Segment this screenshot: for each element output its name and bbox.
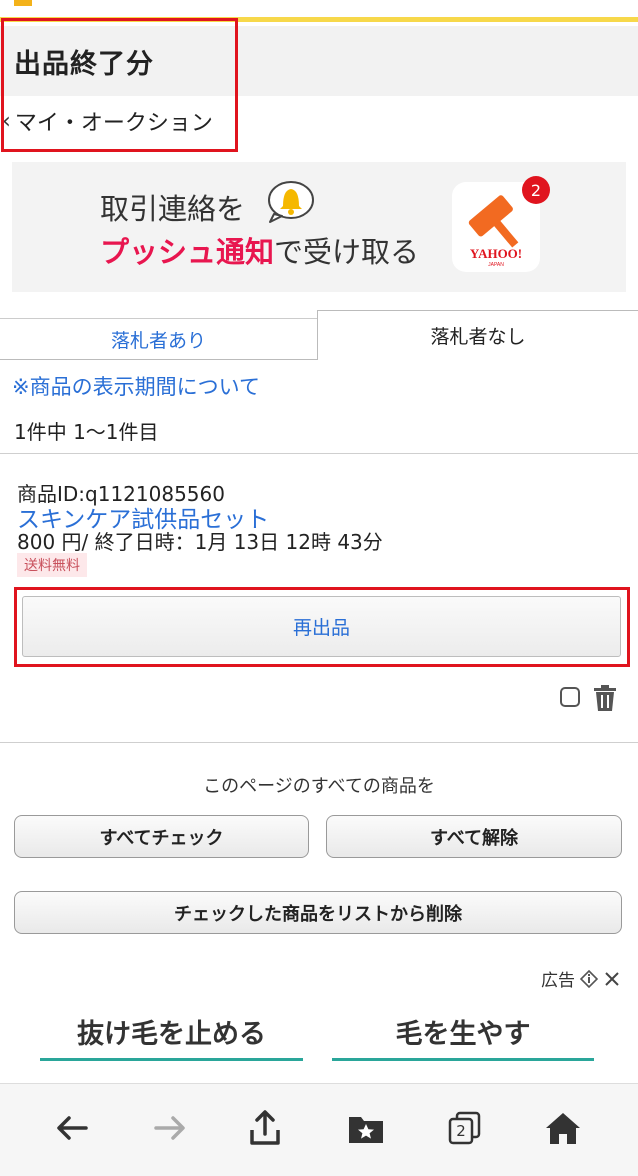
- app-brand-text: YAHOO!: [470, 246, 522, 261]
- free-shipping-badge: 送料無料: [17, 553, 87, 577]
- ad-info-icon[interactable]: [579, 969, 599, 989]
- banner-highlight-text: プッシュ通知: [100, 235, 275, 269]
- check-all-button[interactable]: すべてチェック: [14, 815, 309, 858]
- tab-without-winner[interactable]: 落札者なし: [317, 310, 638, 360]
- banner-line-1: 取引連絡を: [100, 192, 246, 226]
- divider: [0, 742, 638, 743]
- relist-button[interactable]: 再出品: [22, 596, 621, 657]
- tabs-count: 2: [456, 1122, 466, 1140]
- display-period-link[interactable]: ※商品の表示期間について: [12, 371, 260, 401]
- banner-line-2: プッシュ通知で受け取る: [100, 229, 419, 271]
- ad-tab-hair-growth[interactable]: 毛を生やす: [332, 1005, 594, 1061]
- bell-icon: [268, 181, 314, 223]
- tab-with-winner[interactable]: 落札者あり: [0, 318, 317, 360]
- ad-label-text: 広告: [541, 971, 575, 991]
- delete-checked-button[interactable]: チェックした商品をリストから削除: [14, 891, 622, 934]
- brand-logo-fragment: [14, 0, 32, 6]
- share-icon[interactable]: [245, 1108, 285, 1148]
- trash-icon[interactable]: [592, 684, 618, 712]
- app-brand-sub: JAPAN: [488, 262, 504, 268]
- item-price-end-time: 800 円/ 終了日時：1月 13日 12時 43分: [17, 530, 383, 554]
- uncheck-all-button[interactable]: すべて解除: [326, 815, 622, 858]
- notification-badge: 2: [522, 176, 550, 204]
- bookmarks-folder-icon[interactable]: [346, 1108, 386, 1148]
- back-arrow-icon[interactable]: [52, 1108, 92, 1148]
- forward-arrow-icon[interactable]: [150, 1108, 190, 1148]
- ad-close-icon[interactable]: [603, 970, 621, 988]
- home-icon[interactable]: [543, 1108, 583, 1148]
- tabs-button[interactable]: 2: [444, 1108, 484, 1148]
- ad-label: 広告: [541, 966, 621, 991]
- bulk-action-label: このページのすべての商品を: [203, 776, 435, 797]
- result-count: 1件中 1〜1件目: [14, 420, 159, 444]
- banner-line-2-rest: で受け取る: [274, 235, 420, 269]
- annotation-highlight-box: [1, 18, 238, 152]
- divider: [0, 453, 638, 454]
- ad-tab-hair-loss[interactable]: 抜け毛を止める: [40, 1005, 303, 1061]
- item-checkbox[interactable]: [560, 687, 580, 707]
